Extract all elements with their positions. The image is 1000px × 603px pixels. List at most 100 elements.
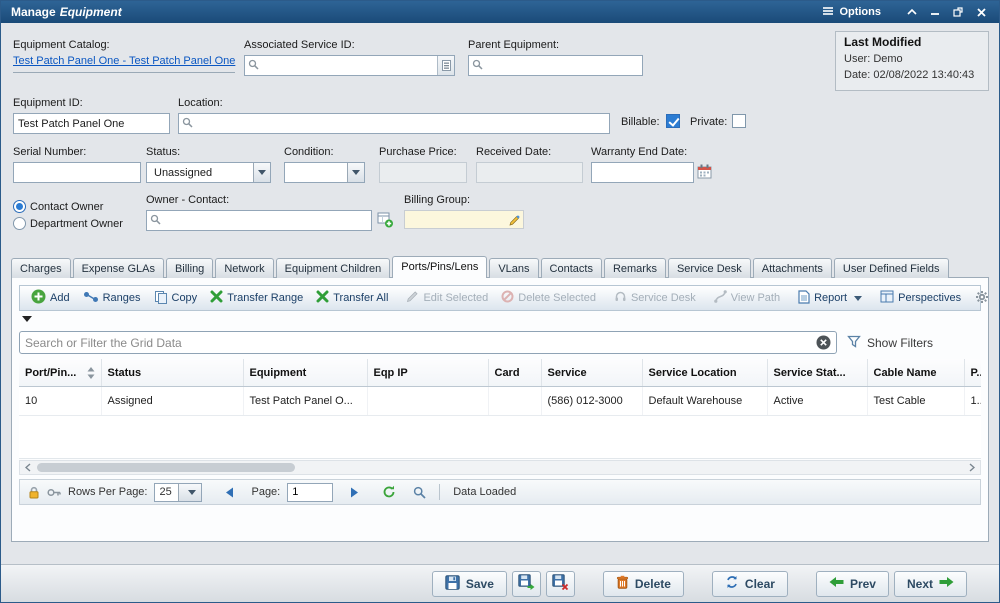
billing-group-input[interactable] xyxy=(407,214,509,226)
tab-billing[interactable]: Billing xyxy=(166,258,213,278)
clear-refresh-icon xyxy=(725,575,739,592)
options-button[interactable]: Options xyxy=(822,6,881,19)
last-modified-panel: Last Modified User: Demo Date: 02/08/202… xyxy=(835,31,989,91)
delete-button[interactable]: Delete xyxy=(603,571,684,597)
report-button[interactable]: Report xyxy=(792,287,868,310)
search-icon xyxy=(248,59,259,73)
key-icon[interactable] xyxy=(47,488,61,497)
billable-checkbox[interactable] xyxy=(666,114,680,128)
equipment-catalog-link[interactable]: Test Patch Panel One - Test Patch Panel … xyxy=(13,55,235,67)
grid-status-text: Data Loaded xyxy=(453,486,516,498)
sort-icon[interactable] xyxy=(87,367,95,379)
search-input[interactable] xyxy=(25,336,816,350)
tab-contacts[interactable]: Contacts xyxy=(541,258,602,278)
add-button[interactable]: Add xyxy=(25,286,76,310)
titlebar: ManageEquipment Options xyxy=(1,1,999,23)
billing-group-field xyxy=(404,210,524,229)
tab-remarks[interactable]: Remarks xyxy=(604,258,666,278)
private-checkbox[interactable] xyxy=(732,114,746,128)
grid-settings-button[interactable] xyxy=(969,287,995,310)
show-filters-button[interactable]: Show Filters xyxy=(847,335,933,351)
status-select[interactable]: Unassigned xyxy=(146,162,271,183)
previous-page-icon[interactable] xyxy=(225,487,234,498)
owner-contact-input[interactable] xyxy=(164,211,371,230)
tab-attachments[interactable]: Attachments xyxy=(753,258,832,278)
lock-icon[interactable] xyxy=(28,486,40,499)
equipment-catalog-label: Equipment Catalog: xyxy=(13,39,110,51)
search-icon[interactable] xyxy=(413,486,426,499)
tab-ports-pins-lens[interactable]: Ports/Pins/Lens xyxy=(392,256,487,278)
scroll-right-icon[interactable] xyxy=(966,461,978,474)
condition-select[interactable] xyxy=(284,162,365,183)
chevron-down-icon xyxy=(347,163,364,182)
save-floppy-icon xyxy=(445,575,460,593)
column-header-status[interactable]: Status xyxy=(101,359,243,387)
collapse-button[interactable] xyxy=(904,4,920,20)
popout-button[interactable] xyxy=(950,4,966,20)
equipment-id-input[interactable] xyxy=(13,113,170,134)
add-contact-icon[interactable] xyxy=(377,212,394,228)
transfer-range-button[interactable]: Transfer Range xyxy=(204,287,309,309)
minimize-button[interactable] xyxy=(927,4,943,20)
ranges-button[interactable]: Ranges xyxy=(77,288,147,309)
department-owner-radio[interactable] xyxy=(13,217,26,230)
service-lookup-button[interactable] xyxy=(437,56,454,75)
clear-search-icon[interactable] xyxy=(816,335,831,350)
column-header-cable-name[interactable]: Cable Name xyxy=(867,359,964,387)
tab-equipment-children[interactable]: Equipment Children xyxy=(276,258,391,278)
close-icon[interactable] xyxy=(973,4,989,20)
next-button[interactable]: Next xyxy=(894,571,967,597)
equipment-form: Equipment Catalog: Test Patch Panel One … xyxy=(1,23,999,254)
tab-user-defined-fields[interactable]: User Defined Fields xyxy=(834,258,949,278)
scrollbar-thumb[interactable] xyxy=(37,463,295,472)
save-and-close-button[interactable] xyxy=(546,571,575,597)
purchase-price-input xyxy=(379,162,467,183)
copy-button[interactable]: Copy xyxy=(148,287,204,310)
associated-service-id-input[interactable] xyxy=(262,56,434,75)
column-header-card[interactable]: Card xyxy=(488,359,541,387)
column-header-service-status[interactable]: Service Stat... xyxy=(767,359,867,387)
column-header-service[interactable]: Service xyxy=(541,359,642,387)
refresh-icon[interactable] xyxy=(382,485,396,499)
tab-network[interactable]: Network xyxy=(215,258,273,278)
purchase-price-label: Purchase Price: xyxy=(379,146,457,158)
column-header-truncated[interactable]: P... xyxy=(964,359,981,387)
edit-selected-button: Edit Selected xyxy=(400,287,494,309)
department-owner-label[interactable]: Department Owner xyxy=(30,218,123,230)
scroll-left-icon[interactable] xyxy=(22,461,34,474)
table-row[interactable]: 10 Assigned Test Patch Panel O... (586) … xyxy=(19,387,981,416)
contact-owner-radio[interactable] xyxy=(13,200,26,213)
next-page-icon[interactable] xyxy=(350,487,359,498)
save-button[interactable]: Save xyxy=(432,571,507,597)
column-header-service-location[interactable]: Service Location xyxy=(642,359,767,387)
tab-expense-glas[interactable]: Expense GLAs xyxy=(73,258,164,278)
save-and-new-button[interactable] xyxy=(512,571,541,597)
horizontal-scrollbar[interactable] xyxy=(19,460,981,475)
prev-button[interactable]: Prev xyxy=(816,571,889,597)
save-new-floppy-icon xyxy=(518,574,535,593)
column-header-equipment[interactable]: Equipment xyxy=(243,359,367,387)
column-header-eqp-ip[interactable]: Eqp IP xyxy=(367,359,488,387)
contact-owner-label[interactable]: Contact Owner xyxy=(30,201,103,213)
transfer-all-button[interactable]: Transfer All xyxy=(310,287,394,309)
tab-service-desk[interactable]: Service Desk xyxy=(668,258,751,278)
column-header-port-pin[interactable]: Port/Pin... xyxy=(19,359,101,387)
warranty-end-date-input[interactable] xyxy=(591,162,694,183)
clear-button[interactable]: Clear xyxy=(712,571,788,597)
associated-service-id-field xyxy=(244,55,455,76)
perspectives-button[interactable]: Perspectives xyxy=(874,287,967,309)
location-label: Location: xyxy=(178,97,223,109)
status-label: Status: xyxy=(146,146,180,158)
rows-per-page-select[interactable]: 25 xyxy=(154,483,202,502)
edit-pencil-icon[interactable] xyxy=(509,214,521,226)
arrow-right-icon xyxy=(939,576,954,591)
toolbar-overflow-button[interactable] xyxy=(22,316,32,322)
trash-icon xyxy=(616,575,629,592)
parent-equipment-input[interactable] xyxy=(486,56,642,75)
page-input[interactable] xyxy=(287,483,333,502)
location-input[interactable] xyxy=(196,114,609,133)
tab-charges[interactable]: Charges xyxy=(11,258,71,278)
calendar-icon[interactable] xyxy=(697,164,712,179)
serial-number-input[interactable] xyxy=(13,162,141,183)
tab-vlans[interactable]: VLans xyxy=(489,258,538,278)
